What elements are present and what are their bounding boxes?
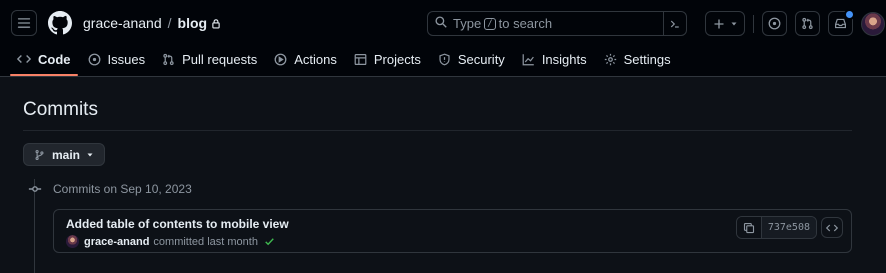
- tab-label: Code: [38, 51, 71, 67]
- git-branch-icon: [34, 149, 45, 161]
- search-placeholder-suffix: to search: [498, 16, 553, 31]
- breadcrumb: grace-anand / blog: [83, 15, 221, 31]
- tab-pull-requests[interactable]: Pull requests: [155, 46, 264, 72]
- tab-label: Actions: [294, 51, 337, 67]
- commit-group-heading: Commits on Sep 10, 2023: [23, 179, 852, 199]
- tab-settings[interactable]: Settings: [597, 46, 678, 72]
- browse-repo-button[interactable]: [821, 217, 843, 238]
- repo-name-link[interactable]: blog: [178, 15, 208, 31]
- tab-code[interactable]: Code: [10, 46, 78, 76]
- tab-label: Pull requests: [182, 51, 258, 67]
- breadcrumb-separator: /: [167, 15, 172, 31]
- issues-button[interactable]: [762, 11, 787, 36]
- lock-icon: [211, 18, 221, 29]
- issue-icon: [88, 53, 101, 66]
- tab-label: Insights: [541, 51, 587, 67]
- header-divider: [753, 14, 754, 33]
- menu-button[interactable]: [11, 10, 37, 36]
- copy-icon: [743, 222, 754, 233]
- commit-meta: grace-anand committed last month: [66, 235, 275, 248]
- commit-actions: 737e508: [735, 216, 843, 239]
- github-logo-icon[interactable]: [48, 11, 72, 35]
- commit-action-text: committed last month: [153, 235, 258, 248]
- command-palette-button[interactable]: [663, 11, 686, 36]
- branch-selector-button[interactable]: main: [23, 143, 106, 166]
- hamburger-icon: [17, 18, 31, 28]
- commit-group-date: Commits on Sep 10, 2023: [53, 182, 192, 196]
- tab-label: Security: [457, 51, 505, 67]
- commit-author-link[interactable]: grace-anand: [84, 236, 149, 248]
- tab-insights[interactable]: Insights: [515, 46, 594, 72]
- pull-request-icon: [162, 53, 175, 66]
- commit-card: Added table of contents to mobile view g…: [53, 209, 852, 253]
- tab-projects[interactable]: Projects: [347, 46, 428, 72]
- header-actions: [705, 9, 885, 36]
- shield-icon: [438, 53, 451, 66]
- pull-requests-button[interactable]: [795, 11, 820, 36]
- graph-icon: [522, 53, 535, 66]
- tab-actions[interactable]: Actions: [267, 46, 344, 72]
- play-icon: [274, 53, 287, 66]
- repo-nav-tabs: Code Issues Pull requests Actions Projec…: [0, 46, 886, 77]
- chevron-down-icon: [86, 151, 94, 159]
- tab-label: Settings: [623, 51, 671, 67]
- tab-issues[interactable]: Issues: [81, 46, 153, 72]
- commit-sha-link[interactable]: 737e508: [761, 217, 816, 238]
- search-placeholder-prefix: Type: [453, 16, 482, 31]
- chevron-down-icon: [731, 22, 736, 25]
- code-icon: [17, 52, 31, 66]
- table-icon: [354, 53, 367, 66]
- commits-timeline: Commits on Sep 10, 2023 Added table of c…: [23, 179, 852, 273]
- git-commit-icon: [25, 182, 45, 196]
- inbox-icon: [835, 18, 846, 29]
- page-title: Commits: [23, 99, 852, 131]
- avatar[interactable]: [861, 11, 885, 36]
- search-shortcut-key: /: [484, 17, 496, 30]
- code-icon: [826, 224, 838, 231]
- create-new-button[interactable]: [705, 11, 745, 36]
- search-icon: [435, 16, 447, 31]
- plus-icon: [714, 19, 723, 28]
- tab-label: Issues: [107, 51, 146, 67]
- search-input[interactable]: Type / to search: [427, 11, 687, 36]
- notification-dot: [844, 9, 855, 20]
- gear-icon: [604, 53, 617, 66]
- search-placeholder: Type / to search: [453, 16, 552, 31]
- commit-message-link[interactable]: Added table of contents to mobile view: [66, 217, 289, 231]
- tab-label: Projects: [373, 51, 421, 67]
- tab-security[interactable]: Security: [431, 46, 512, 72]
- pull-request-icon: [802, 17, 813, 30]
- inbox-button[interactable]: [828, 9, 855, 36]
- global-header: grace-anand / blog Type / to search: [0, 0, 886, 46]
- author-avatar[interactable]: [66, 235, 79, 248]
- main-content: Commits main Commits on Sep 10, 2023 Add…: [0, 99, 886, 273]
- terminal-icon: [670, 20, 679, 28]
- check-icon[interactable]: [264, 236, 275, 247]
- branch-name: main: [52, 147, 81, 162]
- repo-owner-link[interactable]: grace-anand: [83, 15, 162, 31]
- issue-icon: [768, 17, 781, 30]
- copy-sha-button[interactable]: [736, 217, 762, 238]
- sha-group: 737e508: [735, 216, 817, 239]
